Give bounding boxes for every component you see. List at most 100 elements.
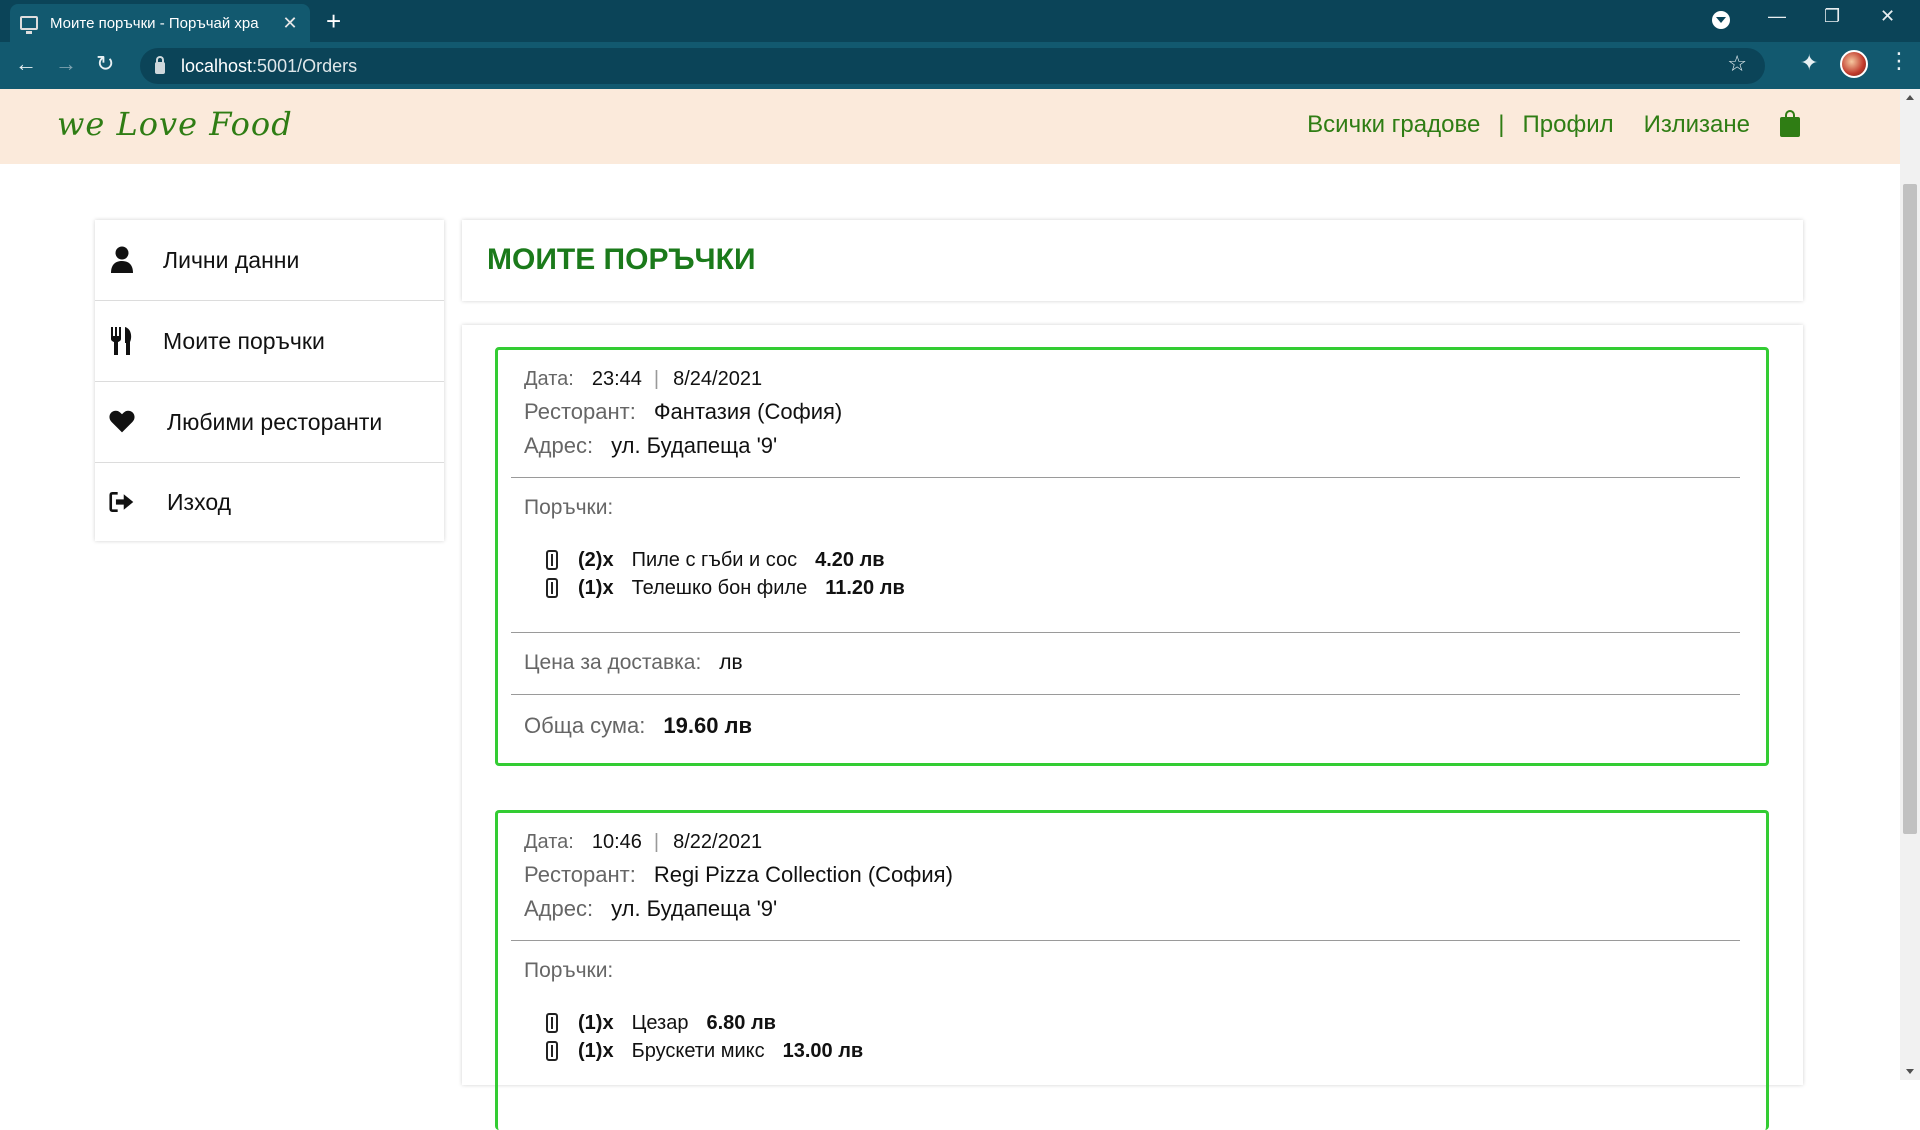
item-qty: (2)x xyxy=(578,548,614,571)
site-header: we Love Food Всички градове | Профил Изл… xyxy=(0,89,1900,164)
address-label: Адрес: xyxy=(524,896,594,921)
address-label: Адрес: xyxy=(524,433,594,458)
utensil-icon xyxy=(546,1013,558,1033)
order-items-list: (2)x Пиле с гъби и сос 4.20 лв (1)x Теле… xyxy=(524,546,1740,602)
order-items-list: (1)x Цезар 6.80 лв (1)x Брускети микс 13… xyxy=(524,1009,1740,1065)
divider xyxy=(511,940,1740,941)
back-icon[interactable]: ← xyxy=(15,51,37,77)
close-window-icon[interactable]: ✕ xyxy=(1880,6,1895,27)
lock-icon xyxy=(155,56,165,74)
utensil-icon xyxy=(546,578,558,598)
shopping-bag-icon[interactable] xyxy=(1780,110,1800,137)
sidebar-item-favorite-restaurants[interactable]: Любими ресторанти xyxy=(95,382,444,463)
item-qty: (1)x xyxy=(578,1011,614,1034)
sidebar-item-label: Изход xyxy=(167,488,232,515)
order-time: 23:44 xyxy=(591,368,642,390)
page-scrollbar[interactable] xyxy=(1900,89,1920,1080)
order-address-row: Адрес: ул. Будапеща '9' xyxy=(524,433,1740,459)
url-input[interactable]: localhost:5001/Orders ☆ xyxy=(140,48,1765,84)
forward-icon[interactable]: → xyxy=(55,51,77,77)
tab-title: Моите поръчки - Поръчай хра xyxy=(50,14,259,32)
date-label: Дата: xyxy=(524,368,574,390)
order-time: 10:46 xyxy=(591,831,642,853)
date-label: Дата: xyxy=(524,831,574,853)
top-nav: Всички градове | Профил Излизане xyxy=(1307,110,1800,139)
item-price: 11.20 лв xyxy=(825,576,905,599)
utensil-icon xyxy=(546,550,558,570)
total-label: Обща сума: xyxy=(524,713,646,738)
order-restaurant: Фантазия (София) xyxy=(653,399,843,424)
item-name: Цезар xyxy=(631,1011,689,1034)
order-date-row: Дата: 23:44 | 8/24/2021 xyxy=(524,368,1740,391)
order-date: 8/22/2021 xyxy=(673,831,763,853)
scroll-up-icon[interactable] xyxy=(1906,95,1914,100)
item-name: Брускети микс xyxy=(631,1039,765,1062)
date-separator: | xyxy=(653,831,660,853)
item-price: 13.00 лв xyxy=(782,1039,864,1062)
item-qty: (1)x xyxy=(578,1039,614,1062)
address-bar-row: ← → ↻ localhost:5001/Orders ☆ ✦ ⋮ xyxy=(0,42,1920,89)
reload-icon[interactable]: ↻ xyxy=(96,51,114,77)
list-item: (1)x Брускети микс 13.00 лв xyxy=(524,1037,1740,1065)
list-item: (1)x Цезар 6.80 лв xyxy=(524,1009,1740,1037)
url-host: localhost xyxy=(181,55,253,76)
order-total: 19.60 лв xyxy=(663,713,753,738)
order-address: ул. Будапеща '9' xyxy=(611,896,778,921)
item-name: Телешко бон филе xyxy=(631,576,808,599)
scroll-down-icon[interactable] xyxy=(1906,1069,1914,1074)
extensions-icon[interactable]: ✦ xyxy=(1800,50,1818,76)
date-separator: | xyxy=(653,368,660,390)
sidebar-item-exit[interactable]: Изход xyxy=(95,463,444,541)
order-card: Дата: 23:44 | 8/24/2021 Ресторант: Фанта… xyxy=(495,347,1769,766)
nav-all-cities[interactable]: Всички градове xyxy=(1307,111,1480,139)
sidebar-item-personal-data[interactable]: Лични данни xyxy=(95,220,444,301)
user-icon xyxy=(109,245,135,275)
sidebar-item-label: Моите поръчки xyxy=(163,327,325,354)
nav-separator: | xyxy=(1498,111,1505,138)
order-address: ул. Будапеща '9' xyxy=(611,433,778,458)
order-date-row: Дата: 10:46 | 8/22/2021 xyxy=(524,831,1740,854)
orders-panel: Дата: 23:44 | 8/24/2021 Ресторант: Фанта… xyxy=(462,325,1803,1130)
monitor-icon xyxy=(20,16,38,34)
bookmark-star-icon[interactable]: ☆ xyxy=(1727,51,1747,77)
sidebar-item-label: Любими ресторанти xyxy=(167,408,383,435)
new-tab-icon[interactable]: + xyxy=(326,6,341,37)
list-item: (2)x Пиле с гъби и сос 4.20 лв xyxy=(524,546,1740,574)
url-path: :5001/Orders xyxy=(252,55,358,76)
sidebar-item-my-orders[interactable]: Моите поръчки xyxy=(95,301,444,382)
tab-search-icon[interactable] xyxy=(1712,11,1730,29)
page-title-panel: МОИТЕ ПОРЪЧКИ xyxy=(462,220,1803,301)
order-items-heading: Поръчки: xyxy=(524,496,1740,520)
restaurant-label: Ресторант: xyxy=(524,862,636,887)
order-items-heading: Поръчки: xyxy=(524,959,1740,983)
item-qty: (1)x xyxy=(578,576,614,599)
heart-icon xyxy=(109,407,135,437)
nav-logout[interactable]: Излизане xyxy=(1644,111,1750,139)
nav-profile[interactable]: Профил xyxy=(1523,111,1614,139)
delivery-label: Цена за доставка: xyxy=(524,651,702,674)
site-logo[interactable]: we Love Food xyxy=(57,105,293,143)
orders-label: Поръчки: xyxy=(524,496,614,519)
order-restaurant-row: Ресторант: Фантазия (София) xyxy=(524,399,1740,425)
divider xyxy=(511,694,1740,695)
delivery-row: Цена за доставка: лв xyxy=(524,651,1740,675)
divider xyxy=(511,477,1740,478)
restore-icon[interactable]: ❐ xyxy=(1824,6,1840,27)
sidebar-item-label: Лични данни xyxy=(163,246,300,273)
item-name: Пиле с гъби и сос xyxy=(631,548,798,571)
avatar[interactable] xyxy=(1840,50,1868,78)
restaurant-label: Ресторант: xyxy=(524,399,636,424)
scrollbar-thumb[interactable] xyxy=(1903,184,1917,834)
kebab-menu-icon[interactable]: ⋮ xyxy=(1888,48,1910,74)
close-tab-icon[interactable]: ✕ xyxy=(280,13,300,34)
list-item: (1)x Телешко бон филе 11.20 лв xyxy=(524,574,1740,602)
page-title: МОИТЕ ПОРЪЧКИ xyxy=(487,243,756,276)
order-address-row: Адрес: ул. Будапеща '9' xyxy=(524,896,1740,922)
order-card: Дата: 10:46 | 8/22/2021 Ресторант: Regi … xyxy=(495,810,1769,1130)
utensil-icon xyxy=(546,1041,558,1061)
order-restaurant: Regi Pizza Collection (София) xyxy=(653,862,953,887)
order-date: 8/24/2021 xyxy=(673,368,763,390)
minimize-icon[interactable]: — xyxy=(1768,6,1786,27)
browser-tab[interactable]: Моите поръчки - Поръчай хра ✕ xyxy=(10,4,310,42)
profile-sidebar: Лични данни Моите поръчки Любими рестора… xyxy=(95,220,444,541)
